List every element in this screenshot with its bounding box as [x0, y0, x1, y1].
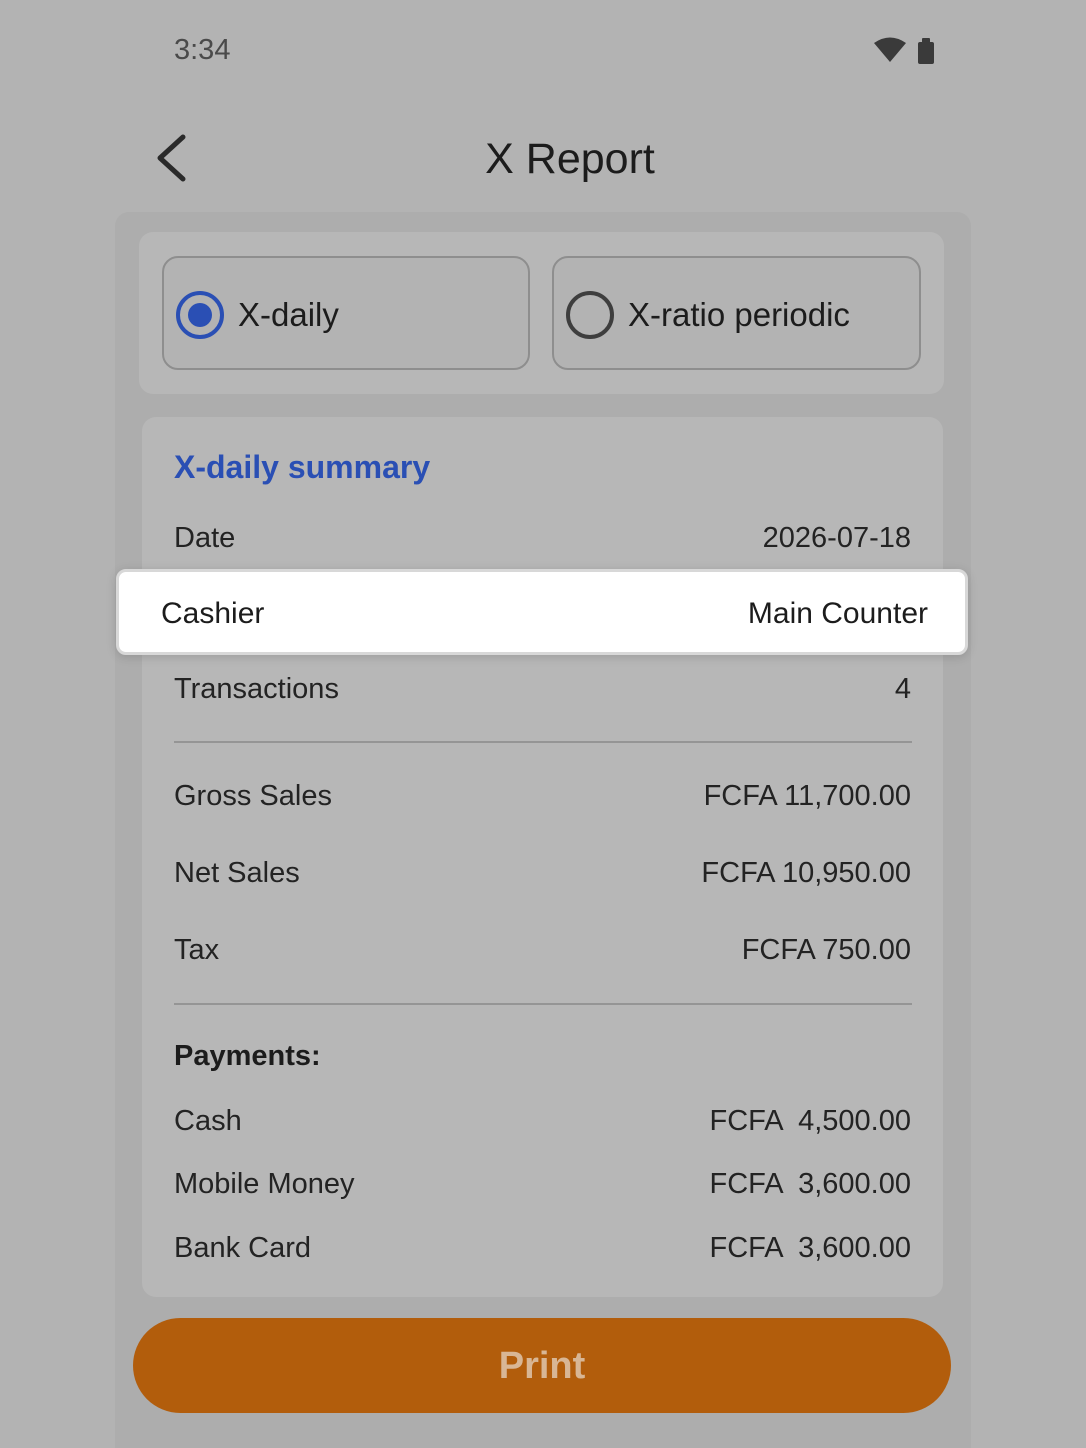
payments-heading: Payments: [174, 1040, 321, 1072]
status-time: 3:34 [174, 34, 231, 66]
summary-title: X-daily summary [174, 449, 431, 485]
gross-sales-row: Gross Sales FCFA 11,700.00 [174, 780, 911, 820]
cashier-label: Cashier [161, 597, 265, 630]
cashier-row[interactable]: Cashier Main Counter [116, 569, 968, 655]
payment-row-bank-card: Bank Card FCFA 3,600.00 [174, 1232, 911, 1272]
x-daily-label: X-daily [238, 296, 339, 333]
cashier-value: Main Counter [747, 597, 928, 630]
page-title: X Report [485, 135, 655, 183]
battery-icon [918, 38, 934, 64]
x-ratio-periodic-option[interactable]: X-ratio periodic [552, 256, 921, 370]
print-button[interactable]: Print [133, 1318, 951, 1413]
tax-value: FCFA 750.00 [741, 934, 911, 966]
payment-row-mobile-money: Mobile Money FCFA 3,600.00 [174, 1168, 911, 1208]
back-button[interactable] [150, 130, 200, 186]
date-label: Date [174, 522, 236, 554]
payment-label: Mobile Money [174, 1168, 355, 1200]
wifi-icon [874, 37, 906, 62]
radio-unchecked-icon[interactable] [566, 291, 614, 339]
payment-label: Bank Card [174, 1232, 312, 1264]
tax-label: Tax [174, 934, 220, 966]
gross-sales-label: Gross Sales [174, 780, 332, 812]
divider [174, 1003, 912, 1005]
tax-row: Tax FCFA 750.00 [174, 934, 911, 974]
x-daily-option[interactable]: X-daily [162, 256, 530, 370]
payment-label: Cash [174, 1105, 242, 1137]
transactions-value: 4 [894, 673, 911, 705]
net-sales-label: Net Sales [174, 857, 300, 889]
date-row: Date 2026-07-18 [174, 522, 911, 562]
transactions-row: Transactions 4 [174, 673, 911, 713]
date-value: 2026-07-18 [762, 522, 911, 554]
radio-checked-icon[interactable] [176, 291, 224, 339]
payment-value: FCFA 3,600.00 [709, 1232, 911, 1264]
divider [174, 741, 912, 743]
transactions-label: Transactions [174, 673, 339, 705]
gross-sales-value: FCFA 11,700.00 [703, 780, 911, 812]
net-sales-row: Net Sales FCFA 10,950.00 [174, 857, 911, 897]
chevron-left-icon [157, 134, 186, 182]
payment-row-cash: Cash FCFA 4,500.00 [174, 1105, 911, 1145]
x-ratio-periodic-label: X-ratio periodic [628, 296, 850, 333]
payment-value: FCFA 3,600.00 [709, 1168, 911, 1200]
net-sales-value: FCFA 10,950.00 [701, 857, 911, 889]
x-report-screen: 3:34 X Report X-daily X-ratio periodic X… [0, 0, 1086, 1448]
payment-value: FCFA 4,500.00 [709, 1105, 911, 1137]
status-icons [874, 37, 934, 64]
